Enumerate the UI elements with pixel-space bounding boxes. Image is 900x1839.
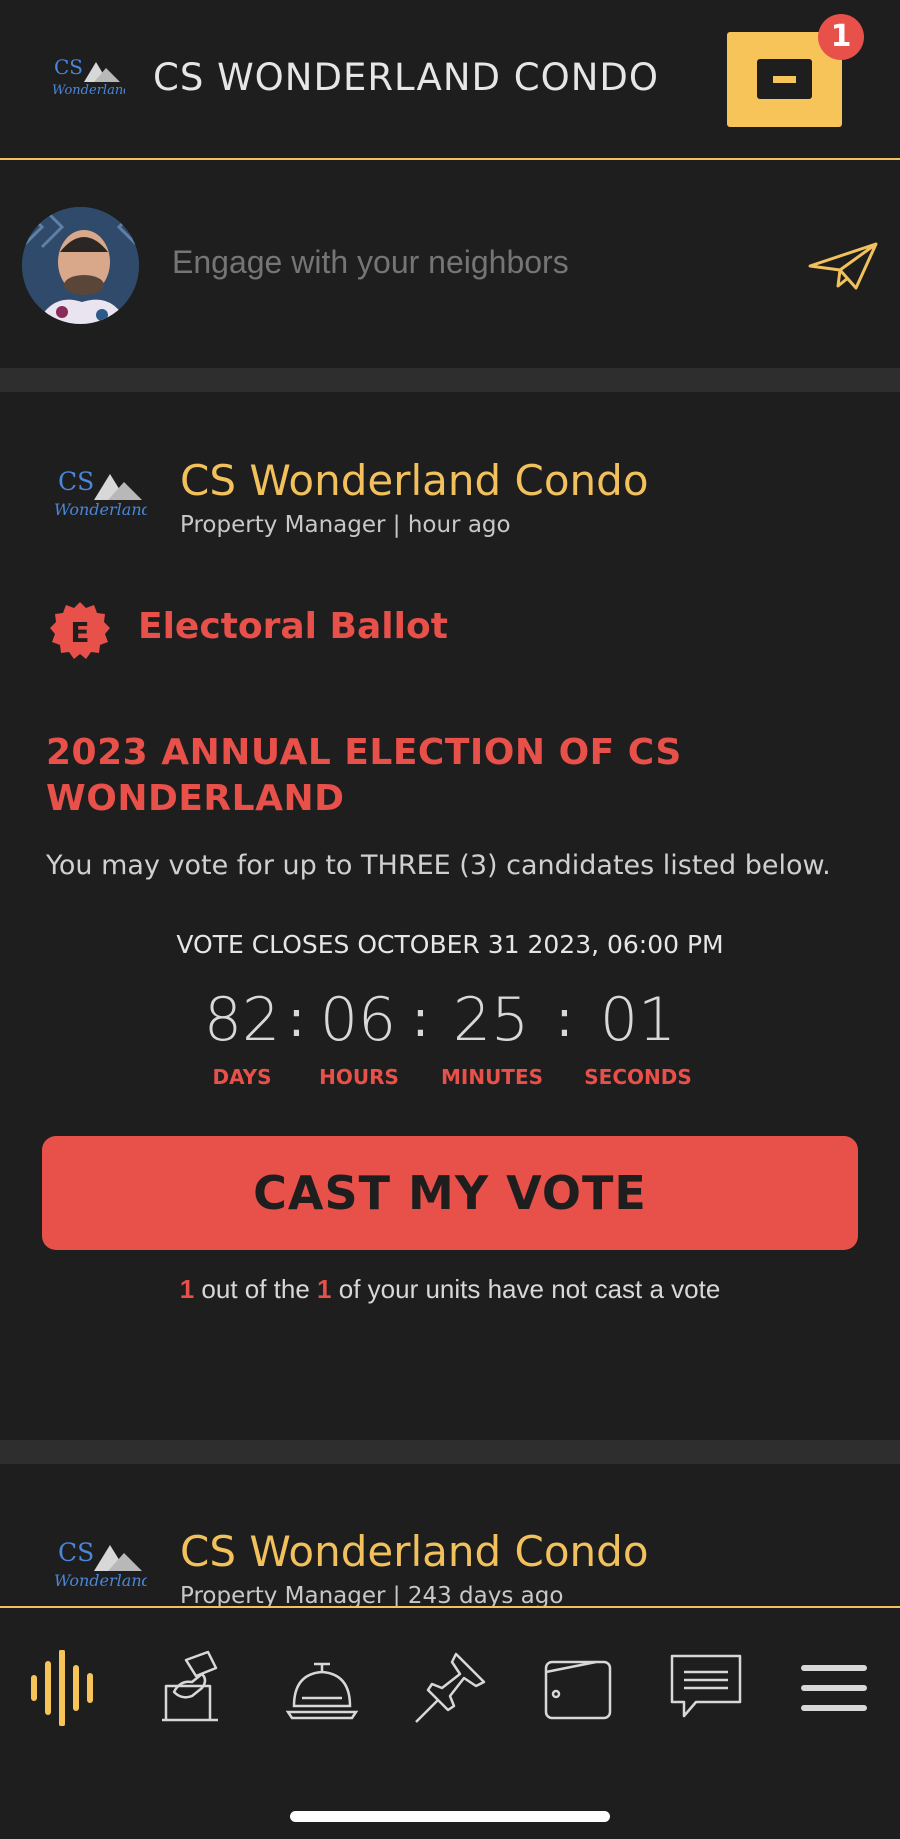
notification-badge: 1 bbox=[818, 14, 864, 60]
chat-icon[interactable] bbox=[668, 1650, 744, 1726]
election-description: You may vote for up to THREE (3) candida… bbox=[46, 850, 831, 881]
inbox-icon bbox=[757, 59, 812, 99]
svg-text:CS: CS bbox=[58, 467, 94, 496]
home-indicator[interactable] bbox=[290, 1811, 610, 1822]
svg-text:CS: CS bbox=[58, 1538, 94, 1567]
countdown-hours-label: HOURS bbox=[319, 1065, 399, 1089]
ballot-box-icon[interactable] bbox=[156, 1650, 232, 1726]
vote-closes-date: VOTE CLOSES OCTOBER 31 2023, 06:00 PM bbox=[176, 930, 724, 959]
audio-wave-icon[interactable] bbox=[28, 1650, 104, 1726]
section-separator bbox=[0, 368, 900, 392]
cs-wonderland-logo: CS Wonderland bbox=[54, 1538, 147, 1590]
cs-wonderland-logo: CS Wonderland bbox=[54, 467, 147, 519]
countdown-seconds-label: SECONDS bbox=[584, 1065, 692, 1089]
menu-icon[interactable] bbox=[796, 1650, 872, 1726]
ballot-type-label: Electoral Ballot bbox=[138, 606, 448, 647]
cs-wonderland-logo: CS Wonderland bbox=[52, 55, 125, 98]
section-separator bbox=[0, 1440, 900, 1464]
composer-input[interactable] bbox=[172, 244, 772, 281]
app-header: CS Wonderland CS WONDERLAND CONDO 1 bbox=[0, 0, 900, 160]
units-vote-status: 1 out of the 1 of your units have not ca… bbox=[179, 1274, 721, 1304]
paper-plane-icon[interactable] bbox=[808, 240, 878, 292]
svg-text:E: E bbox=[70, 616, 89, 649]
countdown-seconds: 01 bbox=[599, 985, 677, 1055]
svg-text:Wonderland: Wonderland bbox=[54, 500, 147, 519]
countdown-minutes: 25 bbox=[452, 985, 530, 1055]
post-author[interactable]: CS Wonderland Condo bbox=[180, 456, 649, 505]
countdown-separator: : bbox=[412, 990, 429, 1048]
countdown-separator: : bbox=[556, 990, 573, 1048]
service-bell-icon[interactable] bbox=[284, 1650, 360, 1726]
svg-text:CS: CS bbox=[54, 55, 83, 79]
countdown-hours: 06 bbox=[319, 985, 397, 1055]
countdown-minutes-label: MINUTES bbox=[440, 1065, 544, 1089]
avatar[interactable] bbox=[22, 207, 139, 324]
bottom-nav bbox=[0, 1606, 900, 1839]
election-title: 2023 ANNUAL ELECTION OF CS WONDERLAND bbox=[46, 732, 682, 819]
post-composer bbox=[0, 162, 900, 368]
post-author[interactable]: CS Wonderland Condo bbox=[180, 1527, 649, 1576]
app-title: CS WONDERLAND CONDO bbox=[153, 56, 659, 99]
electoral-ballot-badge-icon: E bbox=[50, 602, 110, 659]
push-pin-icon[interactable] bbox=[412, 1650, 488, 1726]
countdown-days: 82 bbox=[203, 985, 281, 1055]
cast-vote-button[interactable]: CAST MY VOTE bbox=[42, 1136, 858, 1250]
post-meta: Property Manager | hour ago bbox=[180, 512, 511, 538]
svg-text:Wonderland: Wonderland bbox=[54, 1571, 147, 1590]
wallet-icon[interactable] bbox=[540, 1650, 616, 1726]
svg-text:Wonderland: Wonderland bbox=[52, 83, 125, 98]
